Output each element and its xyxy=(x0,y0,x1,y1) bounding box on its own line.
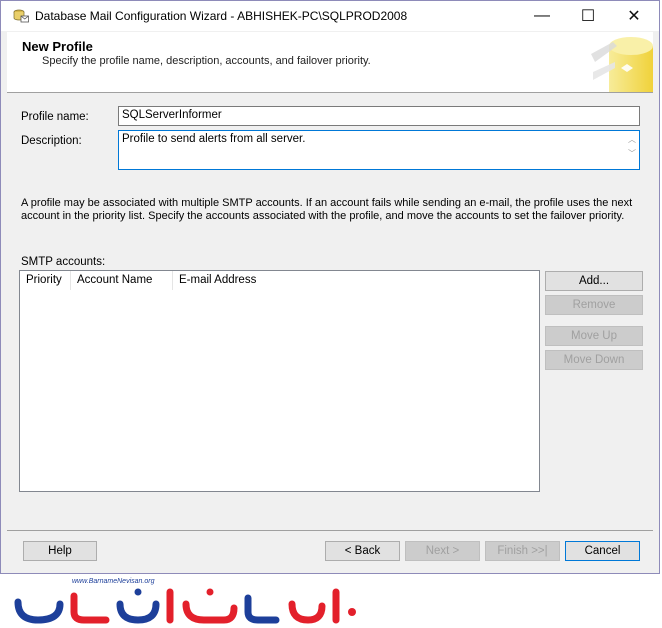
database-banner-icon xyxy=(591,37,653,92)
maximize-button[interactable]: ☐ xyxy=(565,1,611,31)
wizard-header: New Profile Specify the profile name, de… xyxy=(7,32,653,93)
cancel-button[interactable]: Cancel xyxy=(565,541,640,561)
database-mail-icon xyxy=(13,9,29,23)
next-button[interactable]: Next > xyxy=(405,541,480,561)
scroll-up-icon[interactable]: ︿ xyxy=(627,133,637,147)
profile-name-input[interactable]: SQLServerInformer xyxy=(118,106,640,126)
accounts-info-text: A profile may be associated with multipl… xyxy=(21,197,633,222)
finish-button[interactable]: Finish >>| xyxy=(485,541,560,561)
column-header-email-address[interactable]: E-mail Address xyxy=(173,271,333,290)
barnamenevisan-logo-icon xyxy=(14,588,356,624)
add-account-button[interactable]: Add... xyxy=(545,271,643,291)
description-label: Description: xyxy=(21,135,82,147)
wizard-window: Database Mail Configuration Wizard - ABH… xyxy=(0,0,660,574)
minimize-icon: — xyxy=(534,7,550,24)
move-down-button[interactable]: Move Down xyxy=(545,350,643,370)
minimize-button[interactable]: — xyxy=(519,1,565,31)
column-header-account-name[interactable]: Account Name xyxy=(71,271,173,290)
title-bar[interactable]: Database Mail Configuration Wizard - ABH… xyxy=(1,1,659,31)
column-header-priority[interactable]: Priority xyxy=(20,271,71,290)
page-subtitle: Specify the profile name, description, a… xyxy=(42,55,371,67)
move-up-button[interactable]: Move Up xyxy=(545,326,643,346)
description-scrollbar[interactable]: ︿ ﹀ xyxy=(627,133,637,161)
back-button[interactable]: < Back xyxy=(325,541,400,561)
watermark-logo: www.BarnameNevisan.org xyxy=(10,578,370,628)
scroll-down-icon[interactable]: ﹀ xyxy=(627,147,637,161)
page-title: New Profile xyxy=(22,39,93,54)
smtp-accounts-label: SMTP accounts: xyxy=(21,256,106,268)
footer-separator xyxy=(7,530,653,531)
description-value: Profile to send alerts from all server. xyxy=(122,133,306,145)
maximize-icon: ☐ xyxy=(580,8,596,25)
window-title: Database Mail Configuration Wizard - ABH… xyxy=(35,9,408,23)
remove-account-button[interactable]: Remove xyxy=(545,295,643,315)
profile-name-label: Profile name: xyxy=(21,111,89,123)
smtp-accounts-list[interactable]: Priority Account Name E-mail Address xyxy=(19,270,540,492)
profile-name-value: SQLServerInformer xyxy=(122,109,222,121)
close-button[interactable]: ✕ xyxy=(611,1,657,31)
close-icon: ✕ xyxy=(627,8,641,25)
help-button[interactable]: Help xyxy=(23,541,97,561)
description-textarea[interactable]: Profile to send alerts from all server. … xyxy=(118,130,640,170)
